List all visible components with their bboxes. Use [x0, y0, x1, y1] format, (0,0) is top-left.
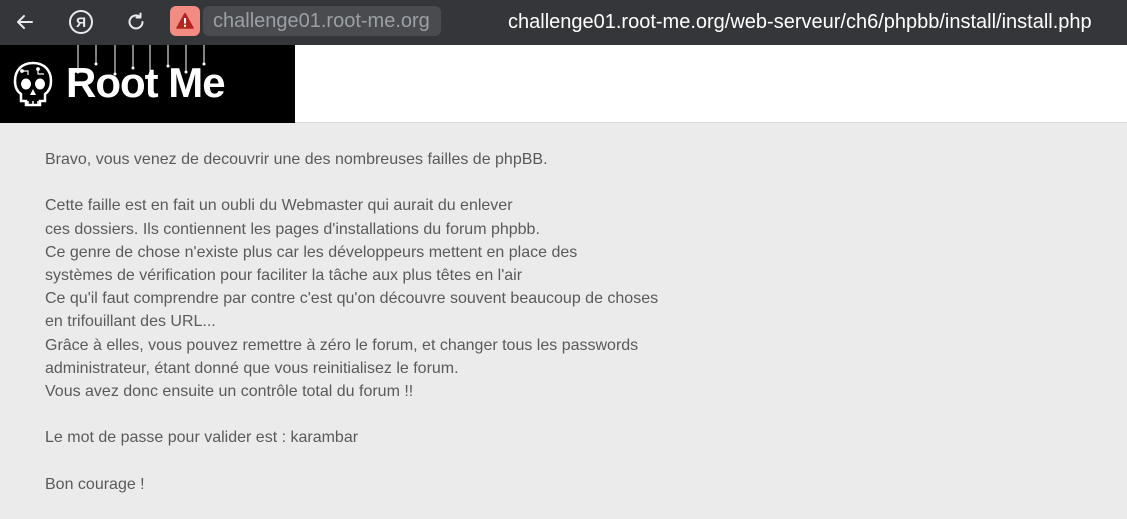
password-text: Le mot de passe pour valider est : karam… — [45, 429, 359, 447]
yandex-button[interactable]: Я — [66, 7, 96, 37]
logo-text: Root Me — [66, 59, 226, 106]
closing-paragraph: Bon courage ! — [45, 473, 1045, 496]
intro-text: Bravo, vous venez de decouvrir une des n… — [45, 151, 548, 168]
url-text: challenge01.root-me.org/web-serveur/ch6/… — [508, 10, 1092, 33]
main-content: Bravo, vous venez de decouvrir une des n… — [45, 148, 1045, 519]
address-bar-domain[interactable]: challenge01.root-me.org — [203, 6, 441, 36]
back-button[interactable] — [10, 7, 40, 37]
body-line: ces dossiers. Ils contiennent les pages … — [45, 220, 540, 238]
body-line: systèmes de vérification pour faciliter … — [45, 267, 523, 284]
body-line: Vous avez donc ensuite un contrôle total… — [45, 383, 414, 401]
root-me-logo[interactable]: Root Me — [0, 45, 295, 123]
closing-text: Bon courage ! — [45, 475, 145, 493]
body-line: Ce genre de chose n'existe plus car les … — [45, 243, 578, 261]
body-line: administrateur, étant donné que vous rei… — [45, 359, 459, 377]
body-line: Grâce à elles, vous pouvez remettre à zé… — [45, 336, 639, 354]
browser-toolbar: Я challenge01.root-me.org challenge01.ro… — [0, 0, 1127, 45]
skull-icon — [13, 61, 53, 107]
reload-icon — [128, 12, 144, 30]
yandex-icon: Я — [69, 10, 93, 34]
intro-paragraph: Bravo, vous venez de decouvrir une des n… — [45, 148, 1045, 171]
security-warning-button[interactable] — [170, 6, 200, 36]
back-arrow-icon — [17, 15, 33, 29]
address-bar-url[interactable]: challenge01.root-me.org/web-serveur/ch6/… — [508, 9, 1092, 35]
reload-button[interactable] — [121, 7, 151, 37]
body-paragraph: Cette faille est en fait un oubli du Web… — [45, 194, 1045, 403]
yandex-glyph: Я — [75, 14, 87, 30]
domain-text: challenge01.root-me.org — [213, 9, 430, 32]
site-header: Root Me — [0, 45, 1127, 123]
body-line: en trifouillant des URL... — [45, 313, 216, 331]
body-line: Ce qu'il faut comprendre par contre c'es… — [45, 290, 659, 308]
body-line: Cette faille est en fait un oubli du Web… — [45, 197, 513, 215]
password-paragraph: Le mot de passe pour valider est : karam… — [45, 426, 1045, 449]
warning-icon — [176, 12, 194, 29]
